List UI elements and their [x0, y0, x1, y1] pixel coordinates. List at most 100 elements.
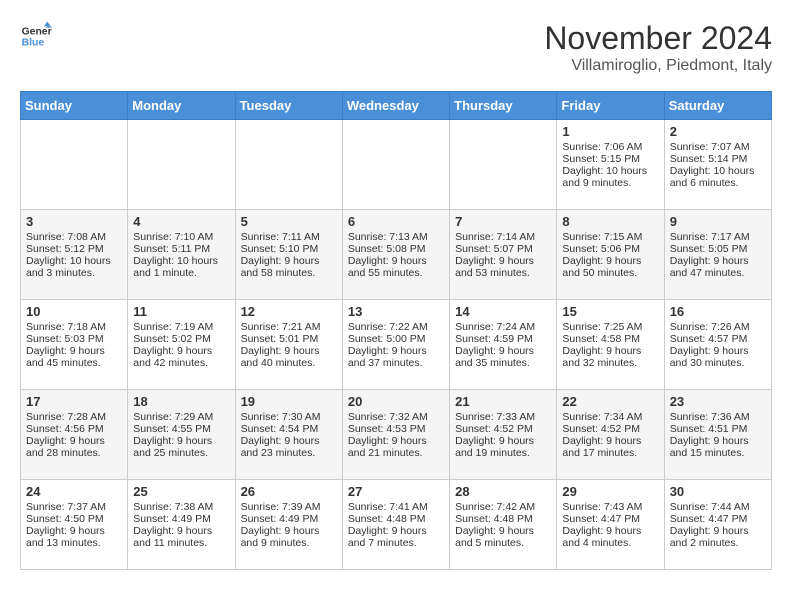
day-info: Sunset: 4:55 PM	[133, 423, 229, 435]
day-info: Daylight: 9 hours and 30 minutes.	[670, 345, 766, 369]
day-info: Daylight: 9 hours and 11 minutes.	[133, 525, 229, 549]
calendar-cell: 21Sunrise: 7:33 AMSunset: 4:52 PMDayligh…	[450, 390, 557, 480]
day-number: 24	[26, 484, 122, 499]
day-number: 23	[670, 394, 766, 409]
day-number: 13	[348, 304, 444, 319]
calendar-week-2: 3Sunrise: 7:08 AMSunset: 5:12 PMDaylight…	[21, 210, 772, 300]
day-info: Sunset: 4:47 PM	[562, 513, 658, 525]
calendar-cell: 9Sunrise: 7:17 AMSunset: 5:05 PMDaylight…	[664, 210, 771, 300]
day-header-tuesday: Tuesday	[235, 92, 342, 120]
day-info: Sunrise: 7:37 AM	[26, 501, 122, 513]
day-info: Sunrise: 7:15 AM	[562, 231, 658, 243]
day-number: 7	[455, 214, 551, 229]
day-info: Sunset: 4:59 PM	[455, 333, 551, 345]
day-info: Sunrise: 7:43 AM	[562, 501, 658, 513]
day-number: 18	[133, 394, 229, 409]
day-info: Sunset: 5:06 PM	[562, 243, 658, 255]
svg-text:Blue: Blue	[22, 38, 45, 49]
day-info: Sunset: 4:48 PM	[348, 513, 444, 525]
day-info: Sunset: 4:47 PM	[670, 513, 766, 525]
day-info: Sunset: 5:00 PM	[348, 333, 444, 345]
calendar-cell: 5Sunrise: 7:11 AMSunset: 5:10 PMDaylight…	[235, 210, 342, 300]
title-section: November 2024 Villamiroglio, Piedmont, I…	[544, 20, 772, 75]
calendar-cell	[450, 120, 557, 210]
day-info: Sunset: 4:52 PM	[455, 423, 551, 435]
day-info: Daylight: 9 hours and 32 minutes.	[562, 345, 658, 369]
day-info: Daylight: 9 hours and 58 minutes.	[241, 255, 337, 279]
day-info: Daylight: 9 hours and 55 minutes.	[348, 255, 444, 279]
day-info: Sunset: 4:49 PM	[133, 513, 229, 525]
page-header: General Blue November 2024 Villamiroglio…	[20, 20, 772, 75]
calendar-cell: 1Sunrise: 7:06 AMSunset: 5:15 PMDaylight…	[557, 120, 664, 210]
calendar-header-row: SundayMondayTuesdayWednesdayThursdayFrid…	[21, 92, 772, 120]
day-info: Sunset: 5:01 PM	[241, 333, 337, 345]
day-number: 22	[562, 394, 658, 409]
day-info: Daylight: 9 hours and 7 minutes.	[348, 525, 444, 549]
calendar-cell: 11Sunrise: 7:19 AMSunset: 5:02 PMDayligh…	[128, 300, 235, 390]
calendar-week-4: 17Sunrise: 7:28 AMSunset: 4:56 PMDayligh…	[21, 390, 772, 480]
calendar-cell: 28Sunrise: 7:42 AMSunset: 4:48 PMDayligh…	[450, 480, 557, 570]
day-number: 2	[670, 124, 766, 139]
day-header-friday: Friday	[557, 92, 664, 120]
day-info: Sunrise: 7:42 AM	[455, 501, 551, 513]
day-info: Sunset: 5:02 PM	[133, 333, 229, 345]
day-info: Sunrise: 7:13 AM	[348, 231, 444, 243]
day-info: Daylight: 10 hours and 9 minutes.	[562, 165, 658, 189]
day-info: Daylight: 10 hours and 3 minutes.	[26, 255, 122, 279]
day-number: 9	[670, 214, 766, 229]
day-info: Sunrise: 7:36 AM	[670, 411, 766, 423]
day-info: Sunset: 4:53 PM	[348, 423, 444, 435]
day-info: Sunset: 4:49 PM	[241, 513, 337, 525]
day-number: 11	[133, 304, 229, 319]
day-info: Daylight: 9 hours and 2 minutes.	[670, 525, 766, 549]
calendar-cell: 3Sunrise: 7:08 AMSunset: 5:12 PMDaylight…	[21, 210, 128, 300]
logo: General Blue	[20, 20, 52, 52]
day-number: 12	[241, 304, 337, 319]
day-info: Daylight: 9 hours and 4 minutes.	[562, 525, 658, 549]
day-info: Daylight: 9 hours and 53 minutes.	[455, 255, 551, 279]
day-info: Daylight: 10 hours and 6 minutes.	[670, 165, 766, 189]
calendar-cell: 4Sunrise: 7:10 AMSunset: 5:11 PMDaylight…	[128, 210, 235, 300]
day-info: Sunset: 5:10 PM	[241, 243, 337, 255]
calendar-cell: 29Sunrise: 7:43 AMSunset: 4:47 PMDayligh…	[557, 480, 664, 570]
day-number: 28	[455, 484, 551, 499]
day-info: Sunrise: 7:06 AM	[562, 141, 658, 153]
day-info: Sunrise: 7:39 AM	[241, 501, 337, 513]
calendar-cell	[342, 120, 449, 210]
day-info: Sunset: 5:07 PM	[455, 243, 551, 255]
calendar-week-3: 10Sunrise: 7:18 AMSunset: 5:03 PMDayligh…	[21, 300, 772, 390]
calendar-cell: 16Sunrise: 7:26 AMSunset: 4:57 PMDayligh…	[664, 300, 771, 390]
calendar-cell: 26Sunrise: 7:39 AMSunset: 4:49 PMDayligh…	[235, 480, 342, 570]
day-info: Daylight: 9 hours and 28 minutes.	[26, 435, 122, 459]
day-info: Sunrise: 7:14 AM	[455, 231, 551, 243]
month-title: November 2024	[544, 20, 772, 57]
calendar-cell: 15Sunrise: 7:25 AMSunset: 4:58 PMDayligh…	[557, 300, 664, 390]
day-info: Sunrise: 7:28 AM	[26, 411, 122, 423]
day-info: Sunrise: 7:26 AM	[670, 321, 766, 333]
calendar-table: SundayMondayTuesdayWednesdayThursdayFrid…	[20, 91, 772, 570]
calendar-cell: 8Sunrise: 7:15 AMSunset: 5:06 PMDaylight…	[557, 210, 664, 300]
calendar-cell: 13Sunrise: 7:22 AMSunset: 5:00 PMDayligh…	[342, 300, 449, 390]
day-number: 14	[455, 304, 551, 319]
day-info: Sunrise: 7:17 AM	[670, 231, 766, 243]
calendar-cell: 7 Sunrise: 7:14 AMSunset: 5:07 PMDaylight…	[450, 210, 557, 300]
day-info: Sunrise: 7:21 AM	[241, 321, 337, 333]
day-info: Sunrise: 7:11 AM	[241, 231, 337, 243]
calendar-cell: 14Sunrise: 7:24 AMSunset: 4:59 PMDayligh…	[450, 300, 557, 390]
day-info: Daylight: 9 hours and 19 minutes.	[455, 435, 551, 459]
day-info: Daylight: 9 hours and 37 minutes.	[348, 345, 444, 369]
day-info: Sunrise: 7:30 AM	[241, 411, 337, 423]
calendar-cell: 22Sunrise: 7:34 AMSunset: 4:52 PMDayligh…	[557, 390, 664, 480]
logo-icon: General Blue	[20, 20, 52, 52]
calendar-cell: 12Sunrise: 7:21 AMSunset: 5:01 PMDayligh…	[235, 300, 342, 390]
day-header-thursday: Thursday	[450, 92, 557, 120]
day-info: Sunset: 5:03 PM	[26, 333, 122, 345]
day-info: Sunset: 5:12 PM	[26, 243, 122, 255]
day-number: 4	[133, 214, 229, 229]
calendar-cell: 10Sunrise: 7:18 AMSunset: 5:03 PMDayligh…	[21, 300, 128, 390]
day-number: 15	[562, 304, 658, 319]
day-number: 30	[670, 484, 766, 499]
day-info: Sunset: 5:15 PM	[562, 153, 658, 165]
day-info: Daylight: 9 hours and 13 minutes.	[26, 525, 122, 549]
day-info: Sunset: 5:08 PM	[348, 243, 444, 255]
